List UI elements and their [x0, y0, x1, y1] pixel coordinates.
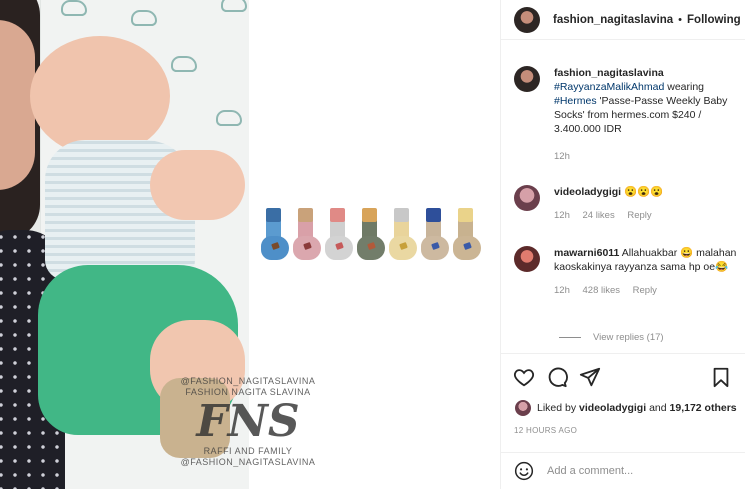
liked-by: Liked by videoladygigi and 19,172 others — [515, 400, 737, 416]
caption-username[interactable]: fashion_nagitaslavina — [554, 67, 664, 79]
baby-arm — [150, 150, 245, 220]
post-panel: fashion_nagitaslavina • Following fashio… — [500, 0, 745, 489]
avatar[interactable] — [514, 66, 540, 92]
following-button[interactable]: Following — [687, 14, 741, 26]
caption: fashion_nagitaslavina #RayyanzaMalikAhma… — [514, 66, 744, 164]
bookmark-icon[interactable] — [710, 366, 732, 388]
liked-by-others[interactable]: 19,172 others — [670, 402, 737, 414]
comment-body: videoladygigi 😮😮😮 12h 24 likes Reply — [554, 185, 744, 223]
comment-username[interactable]: videoladygigi — [554, 186, 621, 198]
avatar[interactable] — [514, 6, 540, 33]
dino-print — [131, 10, 157, 26]
header-username[interactable]: fashion_nagitaslavina — [553, 14, 673, 26]
watermark-family: RAFFI AND FAMILY — [203, 446, 293, 456]
comment-time[interactable]: 12h — [554, 285, 570, 296]
sock-item — [387, 208, 417, 264]
watermark: @FASHION_NAGITASLAVINA FASHION NAGITA SL… — [178, 376, 318, 468]
liked-by-middle: and — [649, 402, 667, 414]
avatar[interactable] — [514, 185, 540, 211]
caption-meta: 12h — [554, 150, 744, 164]
reply-button[interactable]: Reply — [633, 285, 657, 296]
sock-item — [355, 208, 385, 264]
comment-text: 😮😮😮 — [624, 186, 664, 198]
dino-print — [171, 56, 197, 72]
liker-avatar[interactable] — [515, 400, 531, 416]
share-icon[interactable] — [579, 366, 601, 388]
action-bar — [501, 353, 745, 398]
mom-face — [0, 20, 35, 190]
comment-body: mawarni6011 Allahuakbar 😀 malahan kaoska… — [554, 246, 744, 298]
comment-username[interactable]: mawarni6011 — [554, 247, 619, 259]
comment: mawarni6011 Allahuakbar 😀 malahan kaoska… — [514, 246, 744, 298]
dino-print — [61, 0, 87, 16]
comment-meta: 12h 24 likes Reply — [554, 209, 744, 223]
add-comment-input[interactable] — [547, 465, 727, 477]
post-header: fashion_nagitaslavina • Following — [501, 0, 745, 40]
comment-likes[interactable]: 24 likes — [583, 210, 615, 221]
sock-item — [291, 208, 321, 264]
caption-text: wearing — [664, 81, 705, 93]
reply-button[interactable]: Reply — [627, 210, 651, 221]
caption-body: fashion_nagitaslavina #RayyanzaMalikAhma… — [554, 66, 744, 164]
sock-item — [323, 208, 353, 264]
dino-print — [216, 110, 242, 126]
comment-likes[interactable]: 428 likes — [583, 285, 621, 296]
comment-icon[interactable] — [546, 366, 568, 388]
liked-by-prefix: Liked by — [537, 402, 577, 414]
socks-row — [259, 208, 481, 264]
view-replies-label: View replies (17) — [593, 332, 664, 343]
liked-by-user[interactable]: videoladygigi — [579, 402, 646, 414]
heart-icon[interactable] — [513, 366, 535, 388]
post-timestamp[interactable]: 12 HOURS AGO — [514, 426, 577, 435]
watermark-logo: FNS — [196, 396, 300, 447]
avatar[interactable] — [514, 246, 540, 272]
sock-item — [451, 208, 481, 264]
dino-print — [221, 0, 247, 12]
replies-line — [559, 337, 581, 338]
sock-item — [419, 208, 449, 264]
watermark-handle-bottom: @FASHION_NAGITASLAVINA — [180, 457, 316, 467]
emoji-icon[interactable] — [514, 461, 534, 481]
view-replies-button[interactable]: View replies (17) — [559, 332, 664, 343]
watermark-handle: @FASHION_NAGITASLAVINA — [180, 376, 316, 386]
hashtag-link[interactable]: #RayyanzaMalikAhmad — [554, 81, 664, 93]
caption-time[interactable]: 12h — [554, 151, 570, 162]
comment-time[interactable]: 12h — [554, 210, 570, 221]
sock-item — [259, 208, 289, 264]
comment-meta: 12h 428 likes Reply — [554, 284, 744, 298]
baby-head — [30, 36, 170, 156]
separator-dot: • — [678, 13, 683, 26]
comment: videoladygigi 😮😮😮 12h 24 likes Reply — [514, 185, 744, 223]
hashtag-link[interactable]: #Hermes — [554, 95, 597, 107]
add-comment-bar — [501, 452, 745, 489]
